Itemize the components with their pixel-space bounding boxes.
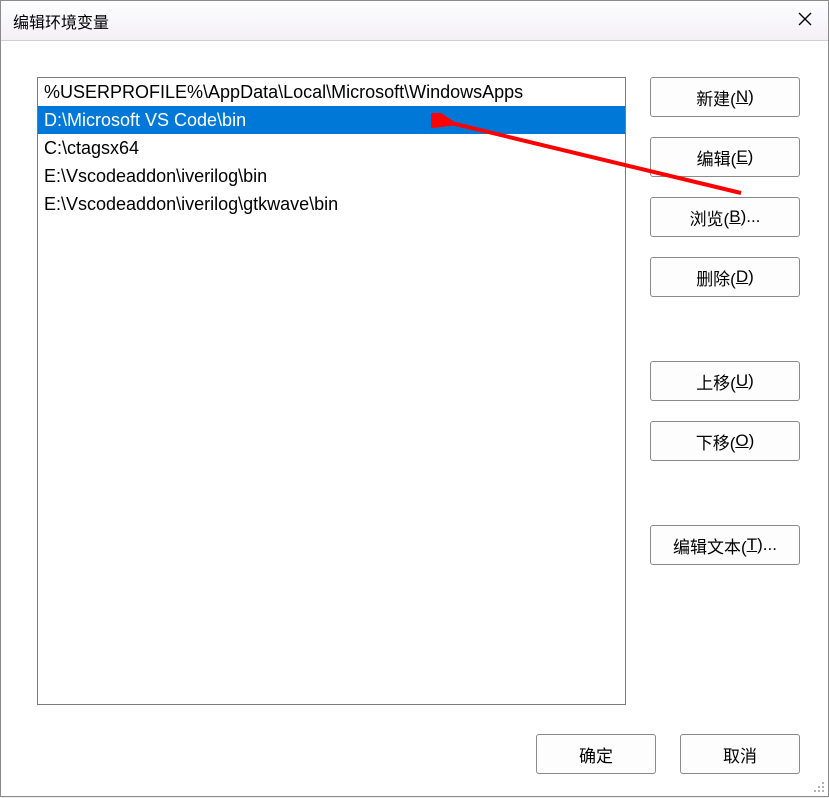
new-button[interactable]: 新建(N) xyxy=(650,77,800,117)
dialog-window: 编辑环境变量 %USERPROFILE%\AppData\Local\Micro… xyxy=(0,0,829,797)
side-button-column: 新建(N) 编辑(E) 浏览(B)... 删除(D) 上移(U) 下移(O) 编… xyxy=(650,77,800,716)
dialog-footer: 确定 取消 xyxy=(1,716,828,796)
ok-button[interactable]: 确定 xyxy=(536,734,656,774)
list-item[interactable]: E:\Vscodeaddon\iverilog\bin xyxy=(38,162,625,190)
list-item[interactable]: E:\Vscodeaddon\iverilog\gtkwave\bin xyxy=(38,190,625,218)
cancel-button[interactable]: 取消 xyxy=(680,734,800,774)
edittext-button[interactable]: 编辑文本(T)... xyxy=(650,525,800,565)
close-icon xyxy=(798,12,812,30)
dialog-title: 编辑环境变量 xyxy=(13,9,109,33)
browse-button[interactable]: 浏览(B)... xyxy=(650,197,800,237)
list-item[interactable]: C:\ctagsx64 xyxy=(38,134,625,162)
edit-button[interactable]: 编辑(E) xyxy=(650,137,800,177)
list-item[interactable]: D:\Microsoft VS Code\bin xyxy=(38,106,625,134)
close-button[interactable] xyxy=(782,1,828,40)
titlebar: 编辑环境变量 xyxy=(1,1,828,41)
dialog-body: %USERPROFILE%\AppData\Local\Microsoft\Wi… xyxy=(1,41,828,716)
resize-grip-icon[interactable] xyxy=(810,778,826,794)
delete-button[interactable]: 删除(D) xyxy=(650,257,800,297)
path-listbox[interactable]: %USERPROFILE%\AppData\Local\Microsoft\Wi… xyxy=(37,77,626,705)
movedown-button[interactable]: 下移(O) xyxy=(650,421,800,461)
moveup-button[interactable]: 上移(U) xyxy=(650,361,800,401)
list-item[interactable]: %USERPROFILE%\AppData\Local\Microsoft\Wi… xyxy=(38,78,625,106)
